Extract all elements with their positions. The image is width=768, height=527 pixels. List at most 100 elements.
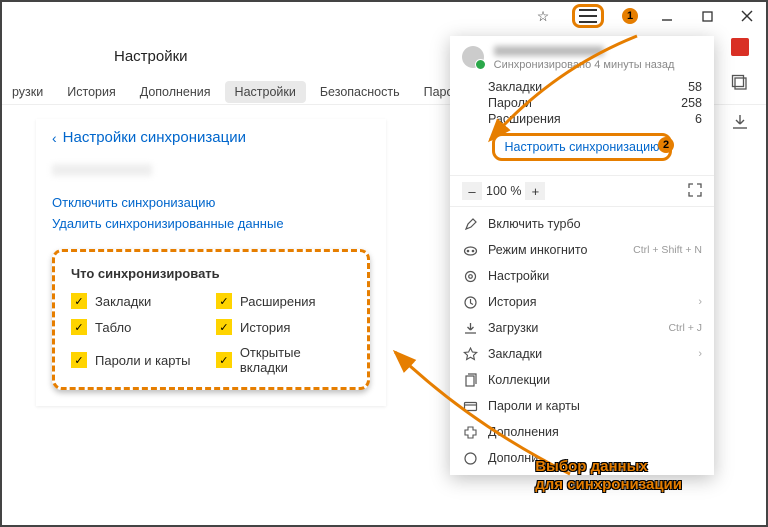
chk-label: История [240,320,290,335]
chk-bookmarks[interactable]: ✓ Закладки [71,293,206,309]
right-toolbar [720,38,760,134]
menu-button[interactable] [579,9,597,23]
menu-label: История [488,295,536,309]
checkbox-icon: ✓ [216,319,232,335]
menu-label: Закладки [488,347,542,361]
menu-hint: Ctrl + Shift + N [633,244,702,256]
section-title-text: Настройки синхронизации [63,129,246,146]
chk-opentabs[interactable]: ✓ Открытые вкладки [216,345,351,375]
menu-label: Режим инкогнито [488,243,587,257]
chk-label: Открытые вкладки [240,345,351,375]
menu-label: Загрузки [488,321,538,335]
menu-passwords[interactable]: Пароли и карты [450,393,714,419]
menu-turbo[interactable]: Включить турбо [450,211,714,237]
stat-value: 58 [688,80,702,94]
menu-label: Дополни [488,451,538,465]
annotation-line1: Выбор данных [535,458,682,477]
menu-label: Коллекции [488,373,550,387]
maximize-button[interactable] [696,5,718,27]
delete-sync-link[interactable]: Удалить синхронизированные данные [52,216,370,231]
window-bar: ☆ 1 [2,2,766,30]
sync-options-box: Что синхронизировать ✓ Закладки ✓ Расширен… [52,249,370,390]
checkbox-icon: ✓ [216,293,232,309]
checkbox-icon: ✓ [71,352,87,368]
menu-label: Настройки [488,269,549,283]
sync-status-block: Синхронизировано 4 минуты назад Закладки… [450,36,714,176]
menu-bookmarks[interactable]: Закладки › [450,341,714,367]
tab-security[interactable]: Безопасность [310,81,410,103]
chk-label: Табло [95,320,131,335]
clock-icon [462,294,478,310]
stat-label: Пароли [488,96,532,110]
menu-addons[interactable]: Дополнения [450,419,714,445]
stat-value: 6 [695,112,702,126]
menu-settings[interactable]: Настройки [450,263,714,289]
extension-icon[interactable] [731,38,749,56]
configure-sync-link[interactable]: Настроить синхронизацию [492,133,673,161]
checkbox-icon: ✓ [71,319,87,335]
zoom-value: 100 % [486,184,521,198]
chk-label: Закладки [95,294,151,309]
disable-sync-link[interactable]: Отключить синхронизацию [52,195,370,210]
zoom-in-button[interactable]: + [525,182,545,200]
checkbox-icon: ✓ [216,352,232,368]
annotation-text: Выбор данных для синхронизации [535,458,682,496]
chk-extensions[interactable]: ✓ Расширения [216,293,351,309]
menu-list: Включить турбо Режим инкогнито Ctrl + Sh… [450,207,714,475]
tab-history[interactable]: История [57,81,125,103]
chk-passwords[interactable]: ✓ Пароли и карты [71,345,206,375]
tab-settings[interactable]: Настройки [225,81,306,103]
star-icon [462,346,478,362]
chk-history[interactable]: ✓ История [216,319,351,335]
menu-hint: Ctrl + J [668,322,702,334]
stat-label: Закладки [488,80,542,94]
fullscreen-icon[interactable] [688,183,702,200]
menu-label: Дополнения [488,425,559,439]
sync-grid: ✓ Закладки ✓ Расширения ✓ Табло ✓ История ✓ П… [71,293,351,375]
download-icon[interactable] [731,113,749,134]
account-name-blur [494,46,604,56]
account-name [52,164,152,176]
chk-tableau[interactable]: ✓ Табло [71,319,206,335]
settings-card: ‹ Настройки синхронизации Отключить синх… [36,119,386,406]
chevron-right-icon: › [698,348,702,360]
mask-icon [462,242,478,258]
more-icon [462,450,478,466]
stat-label: Расширения [488,112,561,126]
sync-heading: Что синхронизировать [71,266,351,281]
menu-collections[interactable]: Коллекции [450,367,714,393]
menu-history[interactable]: История › [450,289,714,315]
copy-icon [462,372,478,388]
sync-time: Синхронизировано 4 минуты назад [494,59,675,71]
hamburger-highlight [572,4,604,28]
section-title[interactable]: ‹ Настройки синхронизации [52,129,370,146]
chk-label: Расширения [240,294,316,309]
zoom-out-button[interactable]: – [462,182,482,200]
back-chevron-icon: ‹ [52,130,57,146]
download-icon [462,320,478,336]
close-button[interactable] [736,5,758,27]
gear-icon [462,268,478,284]
checkbox-icon: ✓ [71,293,87,309]
menu-downloads[interactable]: Загрузки Ctrl + J [450,315,714,341]
menu-incognito[interactable]: Режим инкогнито Ctrl + Shift + N [450,237,714,263]
rocket-icon [462,216,478,232]
bookmark-icon[interactable]: ☆ [532,5,554,27]
callout-1: 1 [622,8,638,24]
puzzle-icon [462,424,478,440]
avatar-icon[interactable] [462,46,484,68]
tab-downloads[interactable]: рузки [2,81,53,103]
menu-label: Включить турбо [488,217,581,231]
chk-label: Пароли и карты [95,353,191,368]
tab-addons[interactable]: Дополнения [130,81,221,103]
callout-2: 2 [658,137,674,153]
stat-value: 258 [681,96,702,110]
minimize-button[interactable] [656,5,678,27]
chevron-right-icon: › [698,296,702,308]
menu-label: Пароли и карты [488,399,580,413]
main-menu-panel: Синхронизировано 4 минуты назад Закладки… [450,36,714,475]
zoom-row: – 100 % + [450,176,714,207]
copies-icon[interactable] [731,74,749,95]
annotation-line2: для синхронизации [535,476,682,495]
sync-stats: Закладки 58 Пароли 258 Расширения 6 [488,79,702,127]
